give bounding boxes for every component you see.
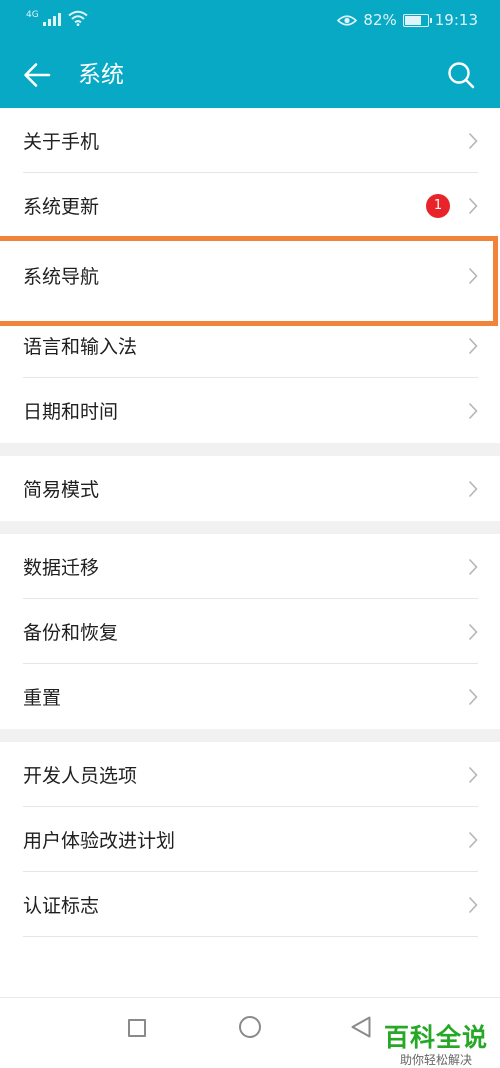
clock: 19:13 <box>434 11 478 29</box>
chevron-right-icon <box>468 766 478 783</box>
settings-item-label: 关于手机 <box>23 131 100 153</box>
group-separator <box>0 443 500 456</box>
settings-item-data-migration[interactable]: 数据迁移 <box>0 534 500 599</box>
settings-item-about-phone[interactable]: 关于手机 <box>0 108 500 173</box>
status-bar: 4G 82% 19:13 <box>0 0 500 42</box>
search-icon[interactable] <box>446 60 476 90</box>
settings-item-certification[interactable]: 认证标志 <box>0 872 500 937</box>
page-title: 系统 <box>78 62 124 88</box>
settings-group-4: 开发人员选项 用户体验改进计划 认证标志 <box>0 742 500 937</box>
settings-item-label: 语言和输入法 <box>23 336 138 358</box>
divider <box>23 936 478 937</box>
settings-item-label: 备份和恢复 <box>23 622 119 644</box>
settings-item-label: 日期和时间 <box>23 401 119 423</box>
battery-percent: 82% <box>363 11 397 29</box>
settings-item-system-update[interactable]: 系统更新 1 <box>0 173 500 238</box>
chevron-right-icon <box>468 337 478 354</box>
battery-icon <box>402 13 432 27</box>
settings-item-label: 开发人员选项 <box>23 765 138 787</box>
notification-badge: 1 <box>426 193 450 218</box>
network-type: 4G <box>26 10 39 20</box>
settings-item-label: 认证标志 <box>23 895 100 917</box>
arrow-left-icon[interactable] <box>22 61 52 89</box>
settings-item-developer-options[interactable]: 开发人员选项 <box>0 742 500 807</box>
settings-item-label: 系统导航 <box>23 266 100 288</box>
status-right: 82% 19:13 <box>337 11 478 29</box>
chevron-right-icon <box>468 197 478 214</box>
settings-item-reset[interactable]: 重置 <box>0 664 500 729</box>
chevron-right-icon <box>468 480 478 497</box>
settings-item-backup-restore[interactable]: 备份和恢复 <box>0 599 500 664</box>
chevron-right-icon <box>468 267 478 284</box>
status-left: 4G <box>26 10 88 26</box>
wifi-icon <box>68 10 88 26</box>
watermark-logo: 百科全说 助你轻松解决 <box>378 1024 494 1068</box>
settings-item-language-input[interactable]: 语言和输入法 <box>0 313 500 378</box>
settings-item-label: 重置 <box>23 687 62 709</box>
settings-group-3: 数据迁移 备份和恢复 重置 <box>0 534 500 729</box>
settings-item-label: 用户体验改进计划 <box>23 830 176 852</box>
chevron-right-icon <box>468 132 478 149</box>
watermark-subtitle: 助你轻松解决 <box>399 1053 472 1067</box>
chevron-right-icon <box>468 688 478 705</box>
settings-item-label: 系统更新 <box>23 196 100 218</box>
signal-icon <box>42 10 61 26</box>
chevron-right-icon <box>468 623 478 640</box>
settings-item-simple-mode[interactable]: 简易模式 <box>0 456 500 521</box>
chevron-right-icon <box>468 402 478 419</box>
settings-list: 关于手机 系统更新 1 系统导航 语言和输入法 日期和时间 简易模式 数据迁移 … <box>0 108 500 937</box>
settings-group-1: 关于手机 系统更新 1 系统导航 语言和输入法 日期和时间 <box>0 108 500 443</box>
app-bar: 系统 <box>0 42 500 108</box>
chevron-right-icon <box>468 558 478 575</box>
settings-item-system-navigation[interactable]: 系统导航 <box>0 238 500 313</box>
chevron-right-icon <box>468 896 478 913</box>
chevron-right-icon <box>468 831 478 848</box>
eye-comfort-icon <box>337 14 358 26</box>
settings-item-date-time[interactable]: 日期和时间 <box>0 378 500 443</box>
settings-group-2: 简易模式 <box>0 456 500 521</box>
settings-item-label: 数据迁移 <box>23 557 100 579</box>
square-icon[interactable] <box>128 1019 146 1037</box>
group-separator <box>0 729 500 742</box>
circle-icon[interactable] <box>239 1016 261 1038</box>
settings-item-label: 简易模式 <box>23 479 100 501</box>
watermark-title: 百科全说 <box>383 1023 488 1052</box>
triangle-back-icon[interactable] <box>350 1015 372 1039</box>
group-separator <box>0 521 500 534</box>
battery-fill <box>404 15 422 25</box>
settings-item-user-experience[interactable]: 用户体验改进计划 <box>0 807 500 872</box>
